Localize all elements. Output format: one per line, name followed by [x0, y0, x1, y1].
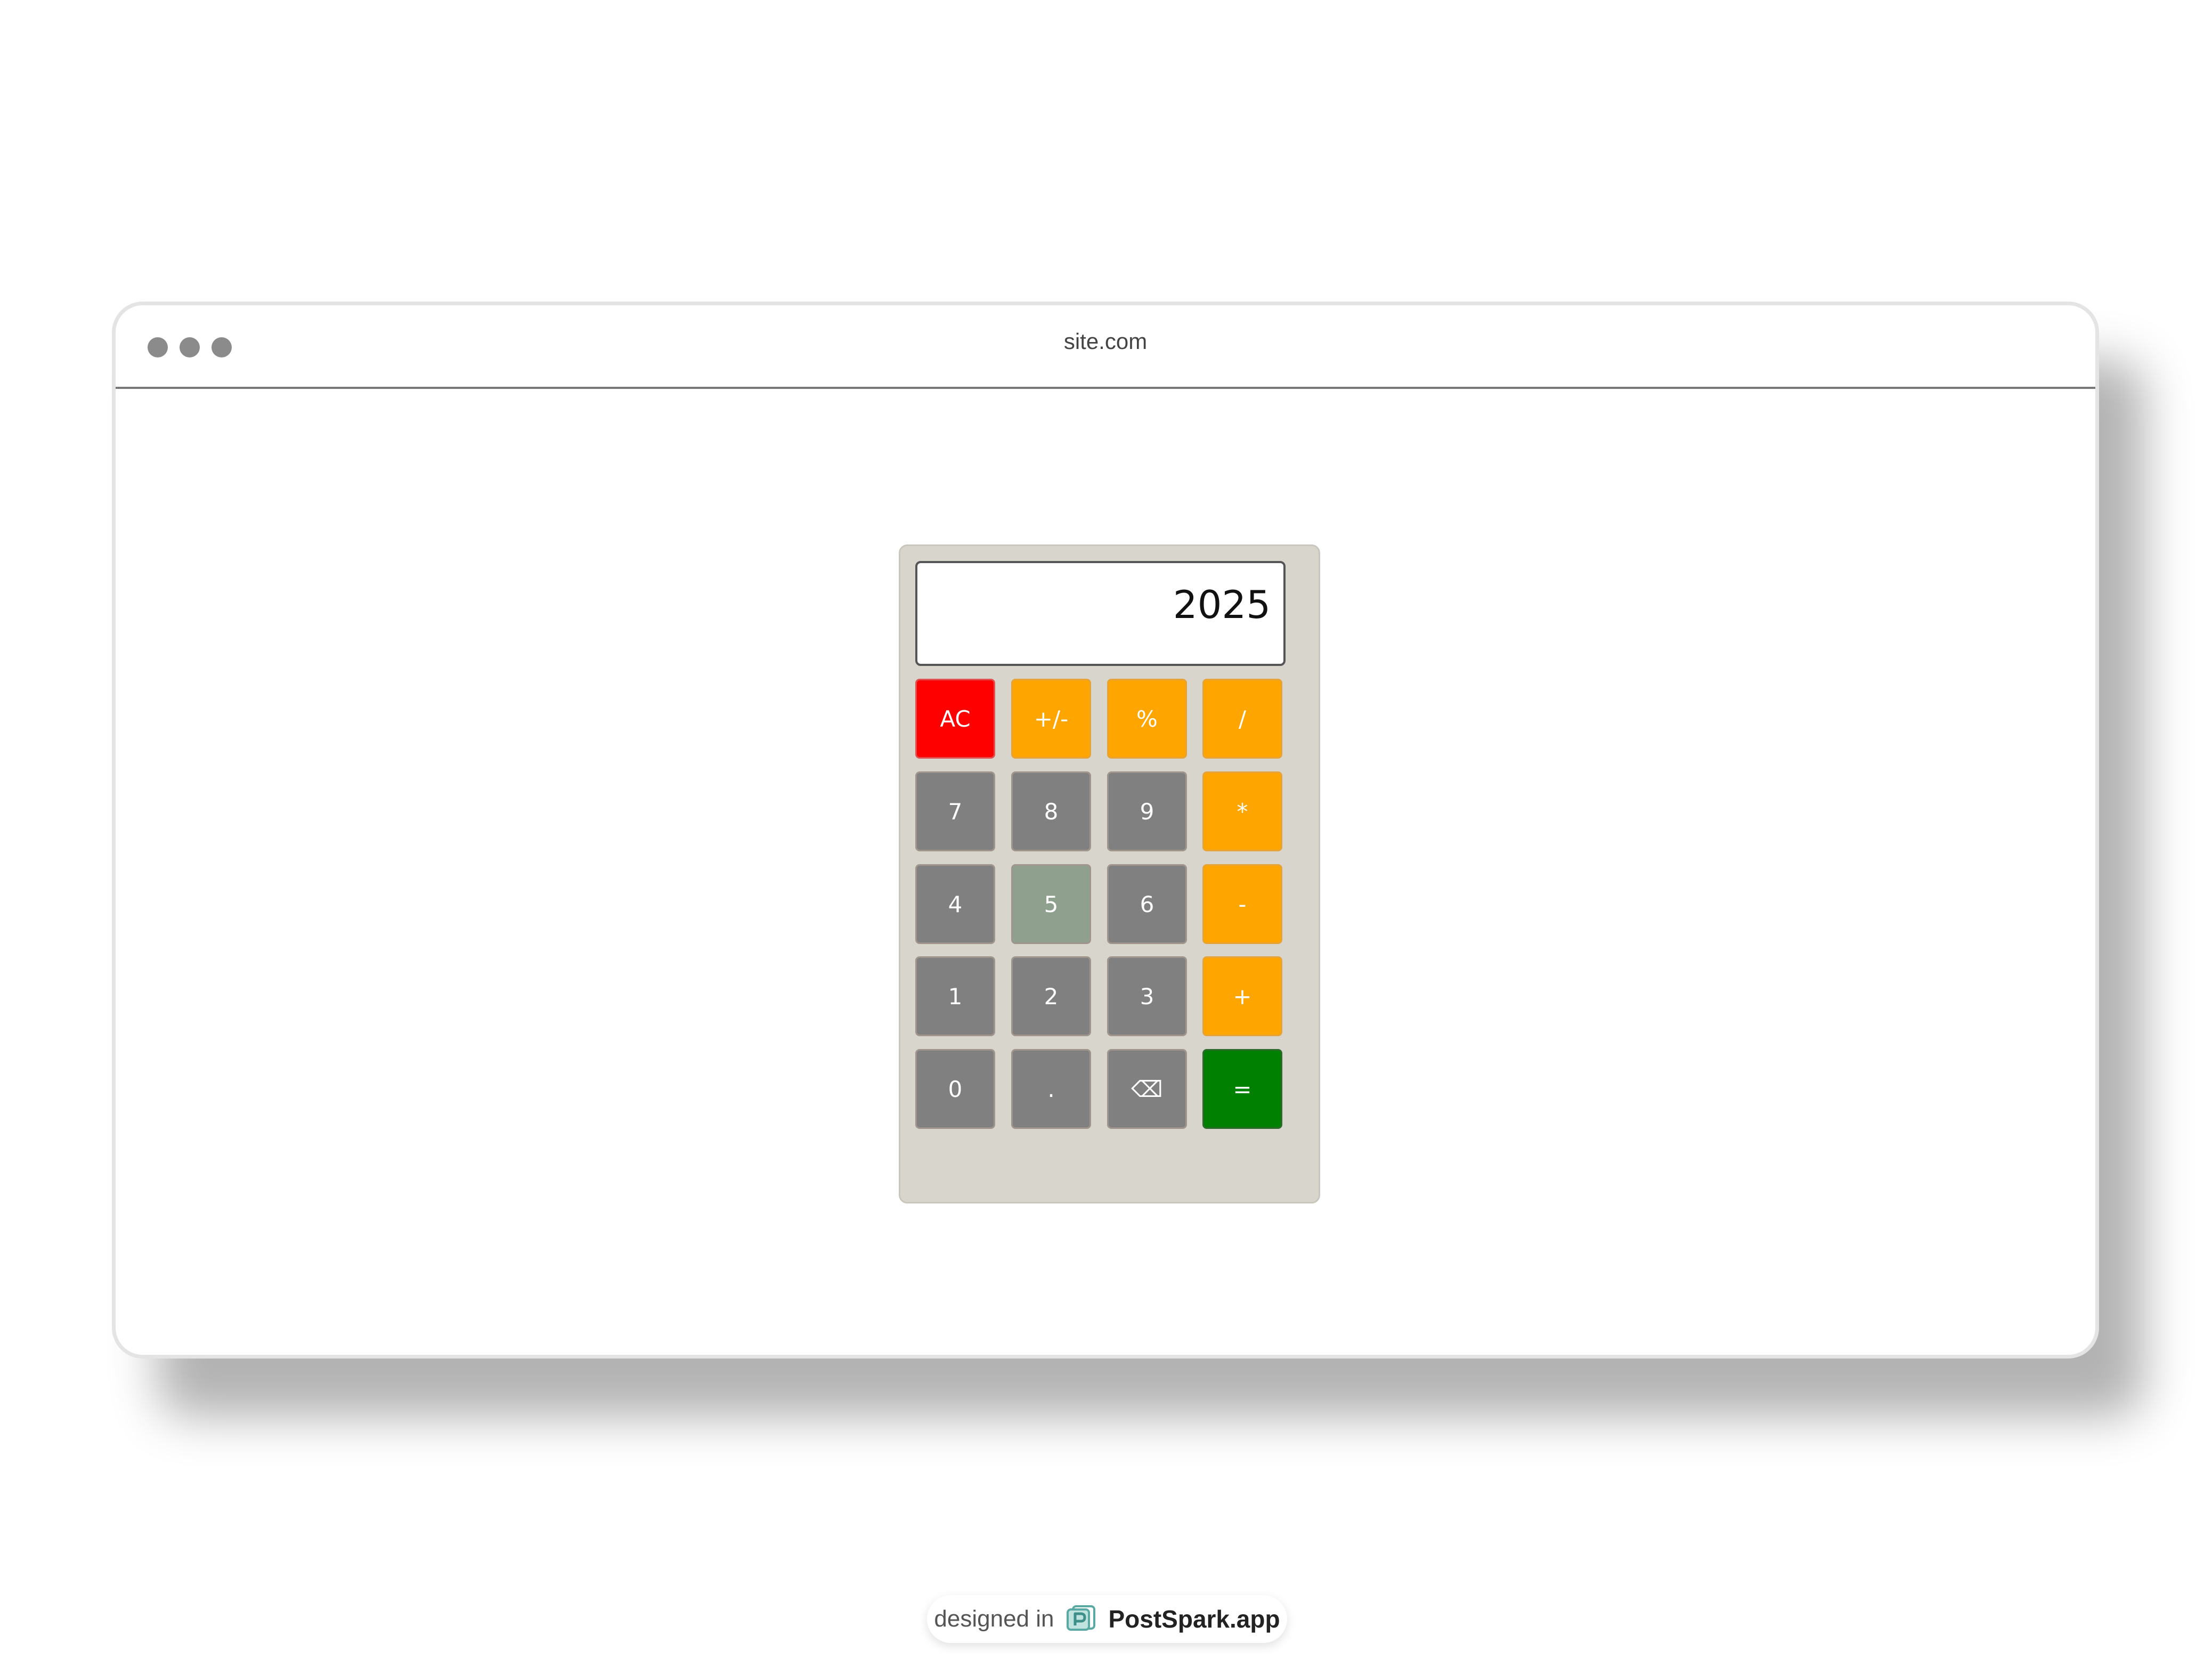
- postspark-logo-icon: [1066, 1604, 1096, 1634]
- multiply-button[interactable]: *: [1202, 771, 1282, 851]
- equals-button[interactable]: =: [1202, 1049, 1282, 1129]
- calculator: 2025 AC +/- % / 7 8 9 * 4 5 6 - 1 2 3 + …: [899, 544, 1320, 1203]
- divide-button[interactable]: /: [1202, 679, 1282, 759]
- digit-4-button[interactable]: 4: [915, 864, 995, 944]
- decimal-button[interactable]: .: [1011, 1049, 1091, 1129]
- negate-button[interactable]: +/-: [1011, 679, 1091, 759]
- clear-button[interactable]: AC: [915, 679, 995, 759]
- digit-2-button[interactable]: 2: [1011, 956, 1091, 1036]
- badge-prefix: designed in: [934, 1606, 1054, 1632]
- digit-9-button[interactable]: 9: [1107, 771, 1187, 851]
- subtract-button[interactable]: -: [1202, 864, 1282, 944]
- digit-5-button[interactable]: 5: [1011, 864, 1091, 944]
- add-button[interactable]: +: [1202, 956, 1282, 1036]
- postspark-badge[interactable]: designed in PostSpark.app: [927, 1595, 1287, 1643]
- digit-3-button[interactable]: 3: [1107, 956, 1187, 1036]
- browser-titlebar: site.com: [116, 305, 2095, 389]
- backspace-button[interactable]: ⌫: [1107, 1049, 1187, 1129]
- digit-6-button[interactable]: 6: [1107, 864, 1187, 944]
- calculator-display: 2025: [915, 561, 1286, 666]
- digit-0-button[interactable]: 0: [915, 1049, 995, 1129]
- browser-window: site.com 2025 AC +/- % / 7 8 9 * 4 5 6 -…: [112, 302, 2099, 1359]
- digit-7-button[interactable]: 7: [915, 771, 995, 851]
- digit-8-button[interactable]: 8: [1011, 771, 1091, 851]
- badge-brand: PostSpark.app: [1108, 1605, 1280, 1633]
- address-bar-url[interactable]: site.com: [116, 329, 2095, 354]
- percent-button[interactable]: %: [1107, 679, 1187, 759]
- digit-1-button[interactable]: 1: [915, 956, 995, 1036]
